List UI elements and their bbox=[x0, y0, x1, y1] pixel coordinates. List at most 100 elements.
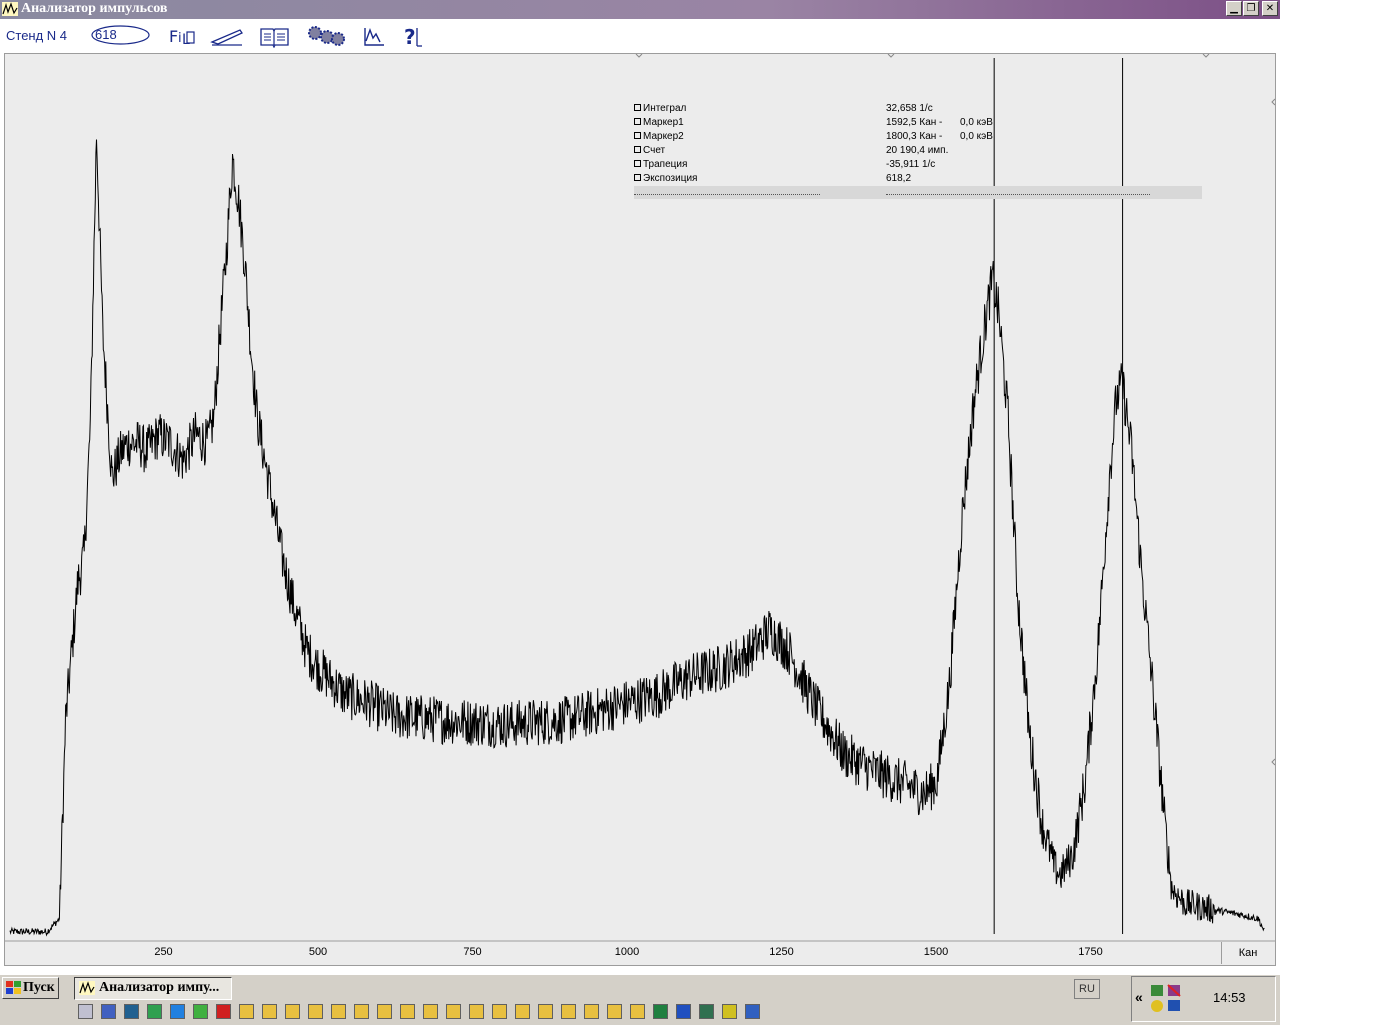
file-icon[interactable]: F i L bbox=[168, 24, 195, 48]
book-icon[interactable] bbox=[259, 24, 290, 48]
folder-icon[interactable] bbox=[400, 1004, 415, 1019]
count-value: 618 bbox=[95, 27, 117, 42]
info-row-label: Трапеция bbox=[643, 159, 688, 170]
info-row-label: Маркер2 bbox=[643, 131, 684, 142]
top-handle-icon[interactable] bbox=[1202, 54, 1210, 58]
close-button[interactable]: ✕ bbox=[1262, 1, 1278, 16]
x-axis-unit: Кан bbox=[1221, 942, 1274, 964]
info-row-name[interactable]: Маркер2 bbox=[634, 131, 684, 142]
folder-icon[interactable] bbox=[630, 1004, 645, 1019]
info-row-value: -35,911 1/с bbox=[886, 159, 936, 170]
folder-icon[interactable] bbox=[377, 1004, 392, 1019]
x-tick-label: 1750 bbox=[1078, 946, 1103, 958]
info-row-label: Маркер1 bbox=[643, 117, 684, 128]
windows-logo-icon bbox=[6, 981, 21, 994]
info-row-name[interactable]: Маркер1 bbox=[634, 117, 684, 128]
folder-icon[interactable] bbox=[561, 1004, 576, 1019]
svg-text:?: ? bbox=[404, 25, 416, 48]
info-row-label: Счет bbox=[643, 145, 666, 156]
language-indicator[interactable]: RU bbox=[1074, 979, 1100, 999]
close-icon: ✕ bbox=[1265, 3, 1275, 14]
gears-icon[interactable] bbox=[305, 24, 347, 48]
app-icon bbox=[2, 2, 18, 16]
app-shortcut-icon[interactable] bbox=[124, 1004, 139, 1019]
top-handle-icon[interactable] bbox=[887, 54, 895, 58]
pen-icon[interactable] bbox=[210, 24, 244, 48]
folder-icon[interactable] bbox=[584, 1004, 599, 1019]
side-handle-icon[interactable] bbox=[1271, 98, 1275, 106]
checkbox-icon[interactable] bbox=[634, 174, 641, 181]
dotted-line bbox=[886, 194, 1150, 195]
info-row-value: 32,658 1/с bbox=[886, 103, 933, 114]
help-icon[interactable]: ? bbox=[402, 24, 424, 48]
clock: 14:53 bbox=[1213, 990, 1246, 1005]
app-shortcut-icon[interactable] bbox=[722, 1004, 737, 1019]
info-row-label: Экспозиция bbox=[643, 173, 698, 184]
x-tick-label: 250 bbox=[154, 946, 173, 958]
app-shortcut-icon[interactable] bbox=[745, 1004, 760, 1019]
title-bar: Анализатор импульсов ▁ ❐ ✕ bbox=[0, 0, 1280, 19]
info-row-name[interactable]: Экспозиция bbox=[634, 173, 697, 184]
top-handle-icon[interactable] bbox=[635, 54, 643, 58]
folder-icon[interactable] bbox=[262, 1004, 277, 1019]
start-button[interactable]: Пуск bbox=[2, 977, 59, 999]
window-title: Анализатор импульсов bbox=[21, 1, 168, 16]
svg-text:F: F bbox=[169, 27, 178, 46]
checkbox-icon[interactable] bbox=[634, 132, 641, 139]
app-shortcut-icon[interactable] bbox=[676, 1004, 691, 1019]
app-shortcut-icon[interactable] bbox=[216, 1004, 231, 1019]
checkbox-icon[interactable] bbox=[634, 146, 641, 153]
app-shortcut-icon[interactable] bbox=[147, 1004, 162, 1019]
folder-icon[interactable] bbox=[354, 1004, 369, 1019]
info-row-name[interactable]: Трапеция bbox=[634, 159, 687, 170]
x-tick-label: 1250 bbox=[769, 946, 794, 958]
restore-icon: ❐ bbox=[1246, 3, 1256, 14]
app-icon bbox=[79, 981, 95, 995]
toolbar: Стенд N 4 618 F i L ? bbox=[0, 19, 1280, 52]
folder-icon[interactable] bbox=[239, 1004, 254, 1019]
tray-expand-button[interactable]: « bbox=[1135, 989, 1143, 1005]
app-shortcut-icon[interactable] bbox=[78, 1004, 93, 1019]
app-shortcut-icon[interactable] bbox=[699, 1004, 714, 1019]
folder-icon[interactable] bbox=[331, 1004, 346, 1019]
info-row-extra: 0,0 кэВ bbox=[960, 131, 993, 142]
info-row-value: 1592,5 Кан - bbox=[886, 117, 943, 128]
x-tick-label: 1500 bbox=[923, 946, 949, 958]
info-row-value: 20 190,4 имп. bbox=[886, 145, 949, 156]
folder-icon[interactable] bbox=[607, 1004, 622, 1019]
dotted-line bbox=[634, 194, 820, 195]
folder-icon[interactable] bbox=[285, 1004, 300, 1019]
tray-icon-network bbox=[1151, 985, 1163, 996]
folder-icon[interactable] bbox=[308, 1004, 323, 1019]
chart-icon[interactable] bbox=[362, 24, 386, 48]
app-shortcut-icon[interactable] bbox=[653, 1004, 668, 1019]
start-label: Пуск bbox=[23, 980, 55, 995]
taskbar-item-analyzer[interactable]: Анализатор импу... bbox=[74, 977, 232, 1000]
info-row-value: 1800,3 Кан - bbox=[886, 131, 943, 142]
app-shortcut-icon[interactable] bbox=[193, 1004, 208, 1019]
x-tick-label: 1000 bbox=[614, 946, 640, 958]
app-shortcut-icon[interactable] bbox=[170, 1004, 185, 1019]
side-handle-icon[interactable] bbox=[1271, 758, 1275, 766]
info-row-value: 618,2 bbox=[886, 173, 912, 184]
info-row-extra: 0,0 кэВ bbox=[960, 117, 993, 128]
minimize-button[interactable]: ▁ bbox=[1226, 1, 1242, 16]
stand-label: Стенд N 4 bbox=[6, 28, 68, 43]
checkbox-icon[interactable] bbox=[634, 118, 641, 125]
checkbox-icon[interactable] bbox=[634, 160, 641, 167]
info-row-label: Интеграл bbox=[643, 103, 687, 114]
info-row-name[interactable]: Счет bbox=[634, 145, 665, 156]
folder-icon[interactable] bbox=[492, 1004, 507, 1019]
restore-button[interactable]: ❐ bbox=[1243, 1, 1259, 16]
folder-icon[interactable] bbox=[469, 1004, 484, 1019]
folder-icon[interactable] bbox=[515, 1004, 530, 1019]
folder-icon[interactable] bbox=[423, 1004, 438, 1019]
app-shortcut-icon[interactable] bbox=[101, 1004, 116, 1019]
folder-icon[interactable] bbox=[538, 1004, 553, 1019]
info-row-name[interactable]: Интеграл bbox=[634, 103, 686, 114]
folder-icon[interactable] bbox=[446, 1004, 461, 1019]
svg-text:L: L bbox=[182, 32, 190, 48]
tray-icon-volume bbox=[1151, 1000, 1163, 1012]
tray-icon-display bbox=[1168, 1000, 1180, 1011]
checkbox-icon[interactable] bbox=[634, 104, 641, 111]
